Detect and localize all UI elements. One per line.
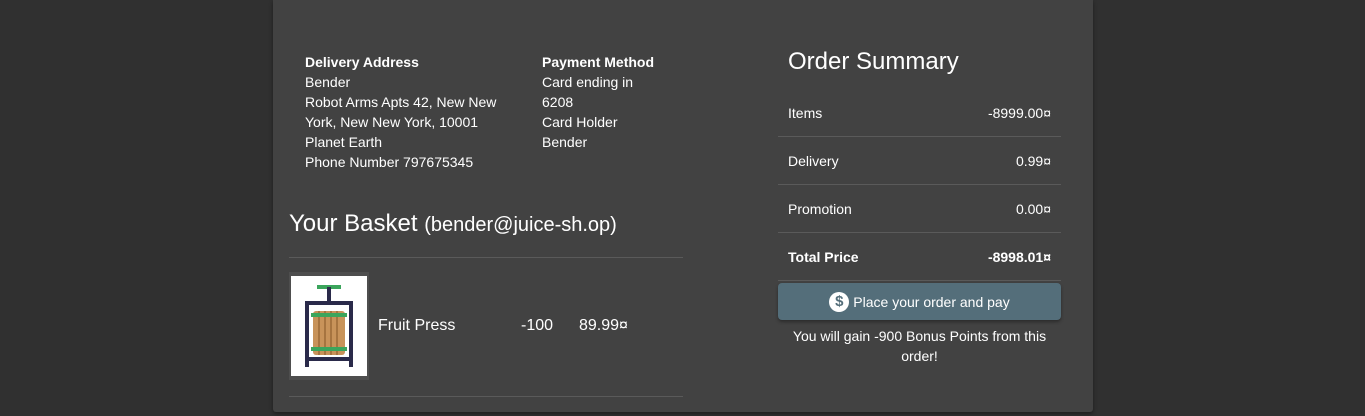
summary-row-delivery: Delivery 0.99¤	[778, 137, 1061, 185]
delivery-value: 0.99¤	[1015, 152, 1051, 169]
basket-title: Your Basket (bender@juice-sh.op)	[289, 209, 617, 240]
payment-holder: Bender	[542, 134, 588, 150]
delivery-country: Planet Earth	[305, 134, 383, 150]
promotion-value: 0.00¤	[1015, 200, 1051, 217]
items-value: -8999.00¤	[987, 104, 1051, 121]
bonus-points-text: You will gain -900 Bonus Points from thi…	[792, 328, 1047, 364]
basket-divider-bottom	[289, 396, 683, 397]
total-value: -8998.01¤	[987, 248, 1051, 265]
delivery-name: Bender	[305, 74, 351, 90]
product-price: 89.99¤	[579, 317, 628, 334]
total-label: Total Price	[788, 248, 859, 265]
order-review-card: Delivery Address Bender Robot Arms Apts …	[273, 0, 1093, 412]
delivery-address: Delivery Address Bender Robot Arms Apts …	[305, 52, 510, 172]
dollar-circle-icon: $	[829, 291, 850, 312]
product-image[interactable]	[289, 272, 369, 380]
place-order-button[interactable]: $ Place your order and pay	[778, 283, 1061, 320]
delivery-street: Robot Arms Apts 42, New New York, New Ne…	[305, 94, 497, 130]
items-label: Items	[788, 104, 823, 121]
promotion-label: Promotion	[788, 200, 852, 217]
delivery-label: Delivery	[788, 152, 839, 169]
basket-divider-top	[289, 257, 683, 258]
payment-method-header: Payment Method	[542, 54, 655, 70]
delivery-phone: Phone Number 797675345	[305, 154, 474, 170]
basket-item: Fruit Press -100 89.99¤	[289, 272, 683, 382]
summary-row-items: Items -8999.00¤	[778, 89, 1061, 137]
summary-row-promotion: Promotion 0.00¤	[778, 185, 1061, 233]
order-summary-title: Order Summary	[788, 48, 959, 75]
order-summary: Order Summary Items -8999.00¤ Delivery 0…	[778, 40, 1061, 281]
payment-method: Payment Method Card ending in 6208 Card …	[542, 52, 662, 152]
place-order-label: Place your order and pay	[853, 293, 1010, 310]
product-quantity: -100	[521, 317, 554, 334]
payment-card: Card ending in 6208	[542, 74, 634, 110]
payment-holder-label: Card Holder	[542, 114, 618, 130]
delivery-address-header: Delivery Address	[305, 54, 419, 70]
product-name: Fruit Press	[378, 317, 456, 334]
basket-title-text: Your Basket	[289, 210, 418, 237]
summary-row-total: Total Price -8998.01¤	[778, 233, 1061, 281]
fruit-press-image	[305, 285, 353, 367]
basket-email: (bender@juice-sh.op)	[424, 214, 617, 236]
